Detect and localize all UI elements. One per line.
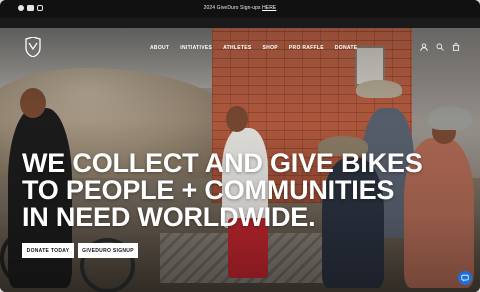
announcement-bar: 2024 GiveDuro Sign-ups HERE	[0, 0, 480, 18]
chat-icon	[461, 274, 469, 282]
headline-line: IN NEED WORLDWIDE.	[22, 202, 316, 232]
announcement-link[interactable]: HERE	[262, 5, 276, 11]
chat-widget-button[interactable]	[458, 271, 472, 285]
nav-item-pro-raffle[interactable]: PRO RAFFLE	[289, 45, 324, 51]
nav-item-initiatives[interactable]: INITIATIVES	[180, 45, 212, 51]
announcement-text: 2024 GiveDuro Sign-ups HERE	[0, 5, 480, 11]
headline-line: TO PEOPLE + COMMUNITIES	[22, 175, 395, 205]
logo-icon[interactable]	[24, 37, 42, 57]
main-nav: ABOUT INITIATIVES ATHLETES SHOP PRO RAFF…	[150, 45, 357, 51]
giveduro-signup-button[interactable]: GIVEDURO SIGNUP	[78, 243, 138, 258]
header-icons	[420, 43, 460, 51]
browser-window: 2024 GiveDuro Sign-ups HERE ABOUT INITIA…	[0, 0, 480, 292]
nav-item-athletes[interactable]: ATHLETES	[223, 45, 251, 51]
donate-today-button[interactable]: DONATE TODAY	[22, 243, 74, 258]
cart-icon[interactable]	[452, 43, 460, 51]
announcement-label: 2024 GiveDuro Sign-ups	[203, 5, 263, 11]
hero-headline: WE COLLECT AND GIVE BIKES TO PEOPLE + CO…	[22, 150, 462, 231]
headline-line: WE COLLECT AND GIVE BIKES	[22, 148, 423, 178]
nav-item-about[interactable]: ABOUT	[150, 45, 169, 51]
nav-item-donate[interactable]: DONATE	[335, 45, 358, 51]
nav-item-shop[interactable]: SHOP	[263, 45, 278, 51]
search-icon[interactable]	[436, 43, 444, 51]
account-icon[interactable]	[420, 43, 428, 51]
